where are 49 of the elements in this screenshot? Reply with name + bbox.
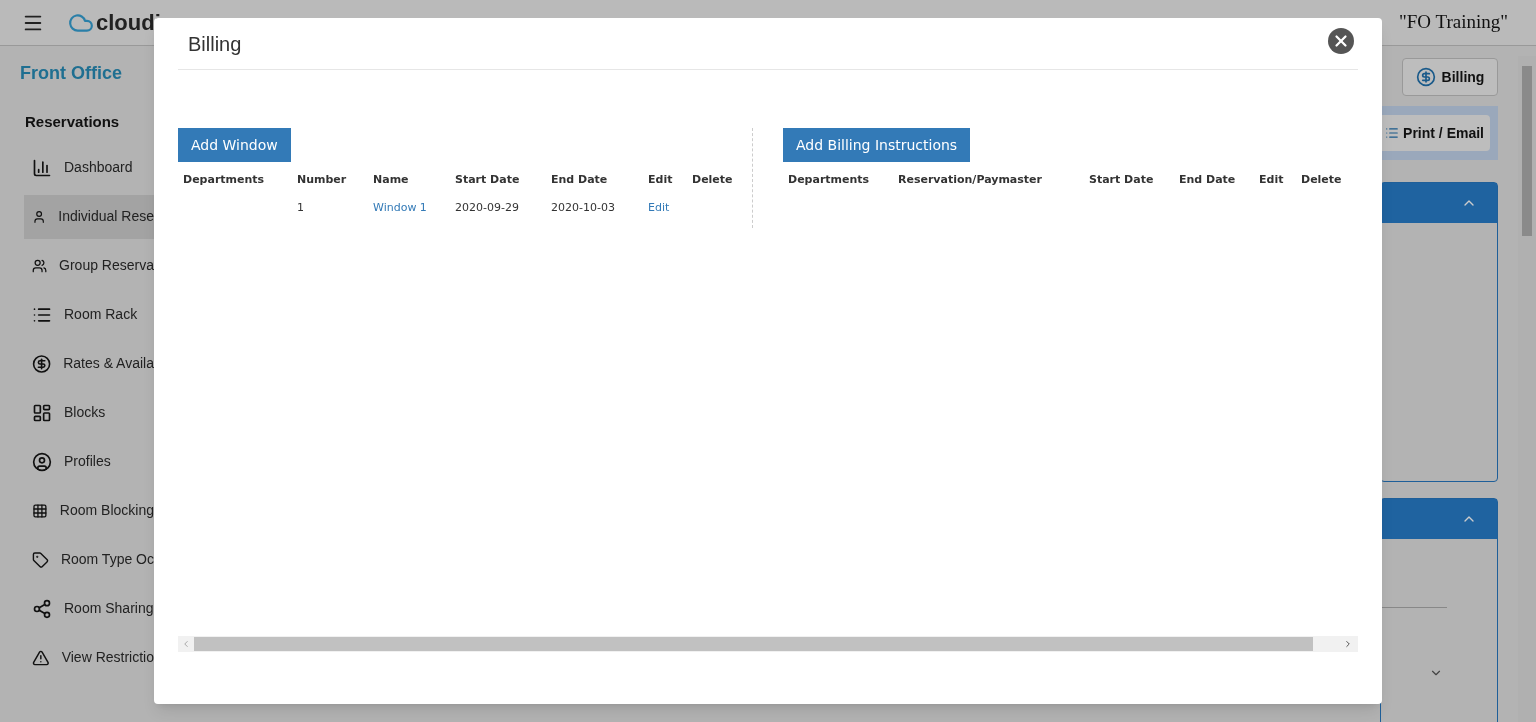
blocks-icon (32, 402, 52, 423)
list-icon (1385, 126, 1400, 140)
add-window-button[interactable]: Add Window (178, 128, 291, 162)
close-button[interactable] (1328, 28, 1354, 54)
column-header: Start Date (1089, 173, 1154, 186)
share-icon (32, 598, 52, 619)
sidebar-item[interactable]: Room Rack (24, 292, 154, 337)
column-header: Edit (648, 173, 673, 186)
edit-link[interactable]: Edit (648, 201, 670, 214)
sidebar-item[interactable]: Room Blocking (24, 488, 154, 533)
hotel-name: "FO Training" (1399, 10, 1508, 35)
sidebar-item[interactable]: Dashboard (24, 145, 154, 190)
table-cell: 1 (297, 201, 304, 214)
sidebar-item[interactable]: Room Sharing (24, 586, 154, 631)
scroll-right-icon[interactable] (1343, 639, 1353, 649)
column-header: Delete (692, 173, 733, 186)
sidebar-title: Front Office (19, 62, 123, 85)
column-header: End Date (551, 173, 608, 186)
dollar-icon (32, 353, 52, 374)
column-header: Delete (1301, 173, 1342, 186)
profile-icon (32, 451, 52, 472)
add-billing-instructions-button[interactable]: Add Billing Instructions (783, 128, 971, 162)
column-header: Start Date (455, 173, 520, 186)
column-header: Departments (788, 173, 870, 186)
dollar-icon (1415, 67, 1436, 87)
sidebar-item[interactable]: Room Type Oc (24, 537, 154, 582)
billing-button[interactable]: Billing (1402, 58, 1498, 96)
table-cell: 2020-09-29 (455, 201, 519, 214)
chart-icon (32, 157, 52, 178)
sidebar-item[interactable]: Group Reserva (24, 243, 154, 288)
column-header: Number (297, 173, 347, 186)
sidebar-item[interactable]: Rates & Availa (24, 341, 154, 386)
column-header: End Date (1179, 173, 1236, 186)
close-icon (1332, 32, 1350, 50)
sidebar-item[interactable]: Blocks (24, 390, 154, 435)
table-cell: 2020-10-03 (551, 201, 615, 214)
sidebar-item[interactable]: Profiles (24, 439, 154, 484)
sidebar-item[interactable]: View Restrictio (24, 635, 154, 680)
sidebar-item[interactable]: Individual Rese (24, 194, 154, 239)
column-header: Reservation/Paymaster (898, 173, 1042, 186)
section-title: Reservations (24, 112, 121, 132)
window-link[interactable]: Window 1 (373, 201, 427, 214)
column-header: Name (373, 173, 409, 186)
dialog-title: Billing (187, 31, 242, 57)
horizontal-scrollbar[interactable] (178, 636, 1358, 652)
column-header: Edit (1259, 173, 1284, 186)
column-header: Departments (183, 173, 265, 186)
print-email-button[interactable]: Print / Email (1379, 115, 1490, 151)
tag-icon (32, 549, 49, 570)
